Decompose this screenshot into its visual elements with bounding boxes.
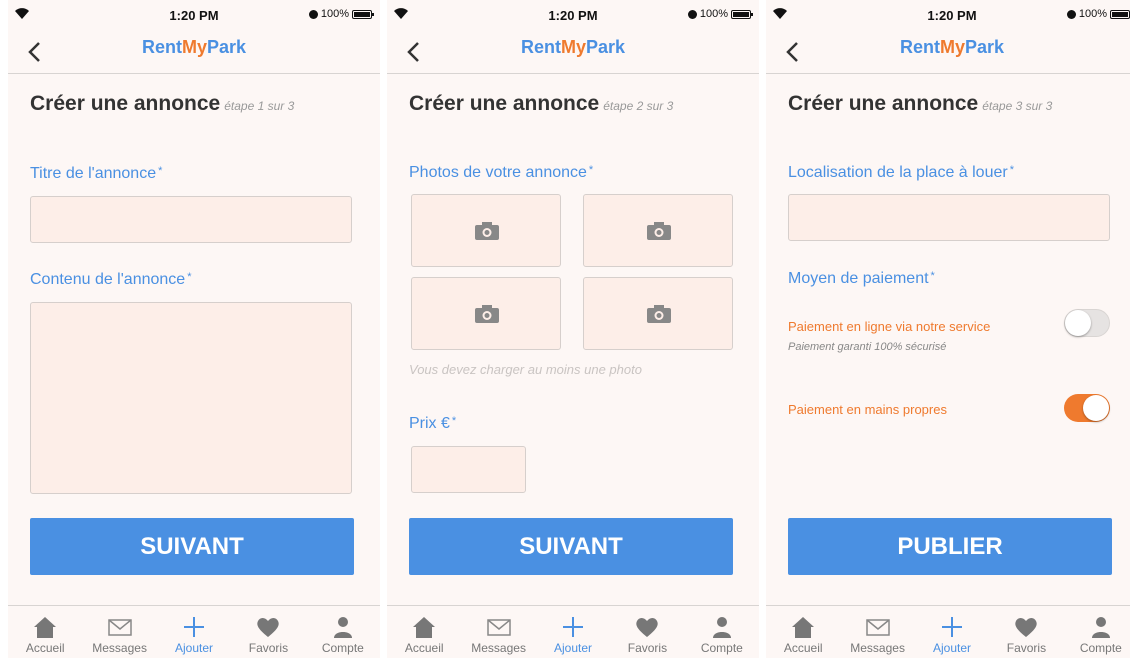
online-payment-label: Paiement en ligne via notre service	[788, 319, 991, 334]
tab-accueil[interactable]: Accueil	[387, 606, 461, 658]
battery-icon	[731, 9, 753, 19]
app-logo: RentMyPark	[899, 37, 1005, 57]
battery-icon	[352, 9, 374, 19]
status-bar: 1:20 PM 100%	[8, 0, 380, 30]
camera-icon	[475, 305, 499, 323]
step-indicator: étape 2 sur 3	[603, 99, 674, 113]
status-bar: 1:20 PM 100%	[766, 0, 1130, 30]
heart-icon	[254, 614, 282, 640]
plus-icon	[180, 614, 208, 640]
page-title: Créer une annonce étape 3 sur 3	[788, 92, 1053, 115]
screen-step-3: 1:20 PM 100% RentMyPark Créer une annonc…	[766, 0, 1130, 658]
plus-icon	[559, 614, 587, 640]
status-right: 100%	[687, 8, 753, 20]
battery-percent: 100%	[1078, 8, 1107, 20]
tab-compte[interactable]: Compte	[1064, 606, 1130, 658]
tab-bar: Accueil Messages Ajouter Favoris Compte	[766, 605, 1130, 658]
photos-hint: Vous devez charger au moins une photo	[409, 362, 642, 377]
online-payment-subtext: Paiement garanti 100% sécurisé	[788, 341, 947, 353]
tab-favoris[interactable]: Favoris	[231, 606, 305, 658]
tab-bar: Accueil Messages Ajouter Favoris Compte	[387, 605, 759, 658]
camera-icon	[647, 222, 671, 240]
battery-percent: 100%	[699, 8, 728, 20]
tab-favoris[interactable]: Favoris	[610, 606, 684, 658]
tab-messages[interactable]: Messages	[461, 606, 535, 658]
publish-button[interactable]: PUBLIER	[788, 518, 1112, 575]
hand-payment-toggle[interactable]	[1064, 394, 1110, 422]
user-icon	[708, 614, 736, 640]
plus-icon	[938, 614, 966, 640]
camera-icon	[475, 222, 499, 240]
status-right: 100%	[308, 8, 374, 20]
envelope-icon	[106, 614, 134, 640]
tab-accueil[interactable]: Accueil	[766, 606, 840, 658]
title-input[interactable]	[30, 196, 352, 243]
tab-compte[interactable]: Compte	[685, 606, 759, 658]
payment-label: Moyen de paiement *	[788, 270, 935, 287]
content-label: Contenu de l'annonce *	[30, 271, 192, 288]
screen-step-1: 1:20 PM 100% RentMyPark Créer une annonc…	[8, 0, 380, 658]
alarm-icon	[687, 9, 697, 19]
tab-favoris[interactable]: Favoris	[989, 606, 1063, 658]
status-bar: 1:20 PM 100%	[387, 0, 759, 30]
tab-accueil[interactable]: Accueil	[8, 606, 82, 658]
photo-slot-3[interactable]	[411, 277, 561, 350]
user-icon	[1087, 614, 1115, 640]
app-logo: RentMyPark	[520, 37, 626, 57]
photo-slot-4[interactable]	[583, 277, 733, 350]
battery-percent: 100%	[320, 8, 349, 20]
price-input[interactable]	[411, 446, 526, 493]
step-indicator: étape 1 sur 3	[224, 99, 295, 113]
alarm-icon	[1066, 9, 1076, 19]
tab-ajouter[interactable]: Ajouter	[536, 606, 610, 658]
tab-messages[interactable]: Messages	[840, 606, 914, 658]
photo-slot-1[interactable]	[411, 194, 561, 267]
nav-bar: RentMyPark	[8, 30, 380, 74]
status-right: 100%	[1066, 8, 1130, 20]
home-icon	[31, 614, 59, 640]
location-label: Localisation de la place à louer *	[788, 164, 1014, 181]
app-logo: RentMyPark	[141, 37, 247, 57]
page-title: Créer une annonce étape 1 sur 3	[30, 92, 295, 115]
camera-icon	[647, 305, 671, 323]
user-icon	[329, 614, 357, 640]
home-icon	[410, 614, 438, 640]
photos-label: Photos de votre annonce *	[409, 164, 594, 181]
page-title: Créer une annonce étape 2 sur 3	[409, 92, 674, 115]
heart-icon	[633, 614, 661, 640]
hand-payment-label: Paiement en mains propres	[788, 402, 947, 417]
envelope-icon	[864, 614, 892, 640]
photo-slot-2[interactable]	[583, 194, 733, 267]
envelope-icon	[485, 614, 513, 640]
screen-step-2: 1:20 PM 100% RentMyPark Créer une annonc…	[387, 0, 759, 658]
home-icon	[789, 614, 817, 640]
next-button[interactable]: SUIVANT	[409, 518, 733, 575]
toggle-knob	[1083, 395, 1109, 421]
tab-bar: Accueil Messages Ajouter Favoris Compte	[8, 605, 380, 658]
price-label: Prix € *	[409, 415, 457, 432]
battery-icon	[1110, 9, 1130, 19]
nav-bar: RentMyPark	[387, 30, 759, 74]
nav-bar: RentMyPark	[766, 30, 1130, 74]
toggle-knob	[1065, 310, 1091, 336]
tab-ajouter[interactable]: Ajouter	[157, 606, 231, 658]
title-label: Titre de l'annonce *	[30, 165, 163, 182]
tab-compte[interactable]: Compte	[306, 606, 380, 658]
next-button[interactable]: SUIVANT	[30, 518, 354, 575]
tab-messages[interactable]: Messages	[82, 606, 156, 658]
online-payment-toggle[interactable]	[1064, 309, 1110, 337]
location-input[interactable]	[788, 194, 1110, 241]
step-indicator: étape 3 sur 3	[982, 99, 1053, 113]
content-textarea[interactable]	[30, 302, 352, 494]
heart-icon	[1012, 614, 1040, 640]
tab-ajouter[interactable]: Ajouter	[915, 606, 989, 658]
alarm-icon	[308, 9, 318, 19]
